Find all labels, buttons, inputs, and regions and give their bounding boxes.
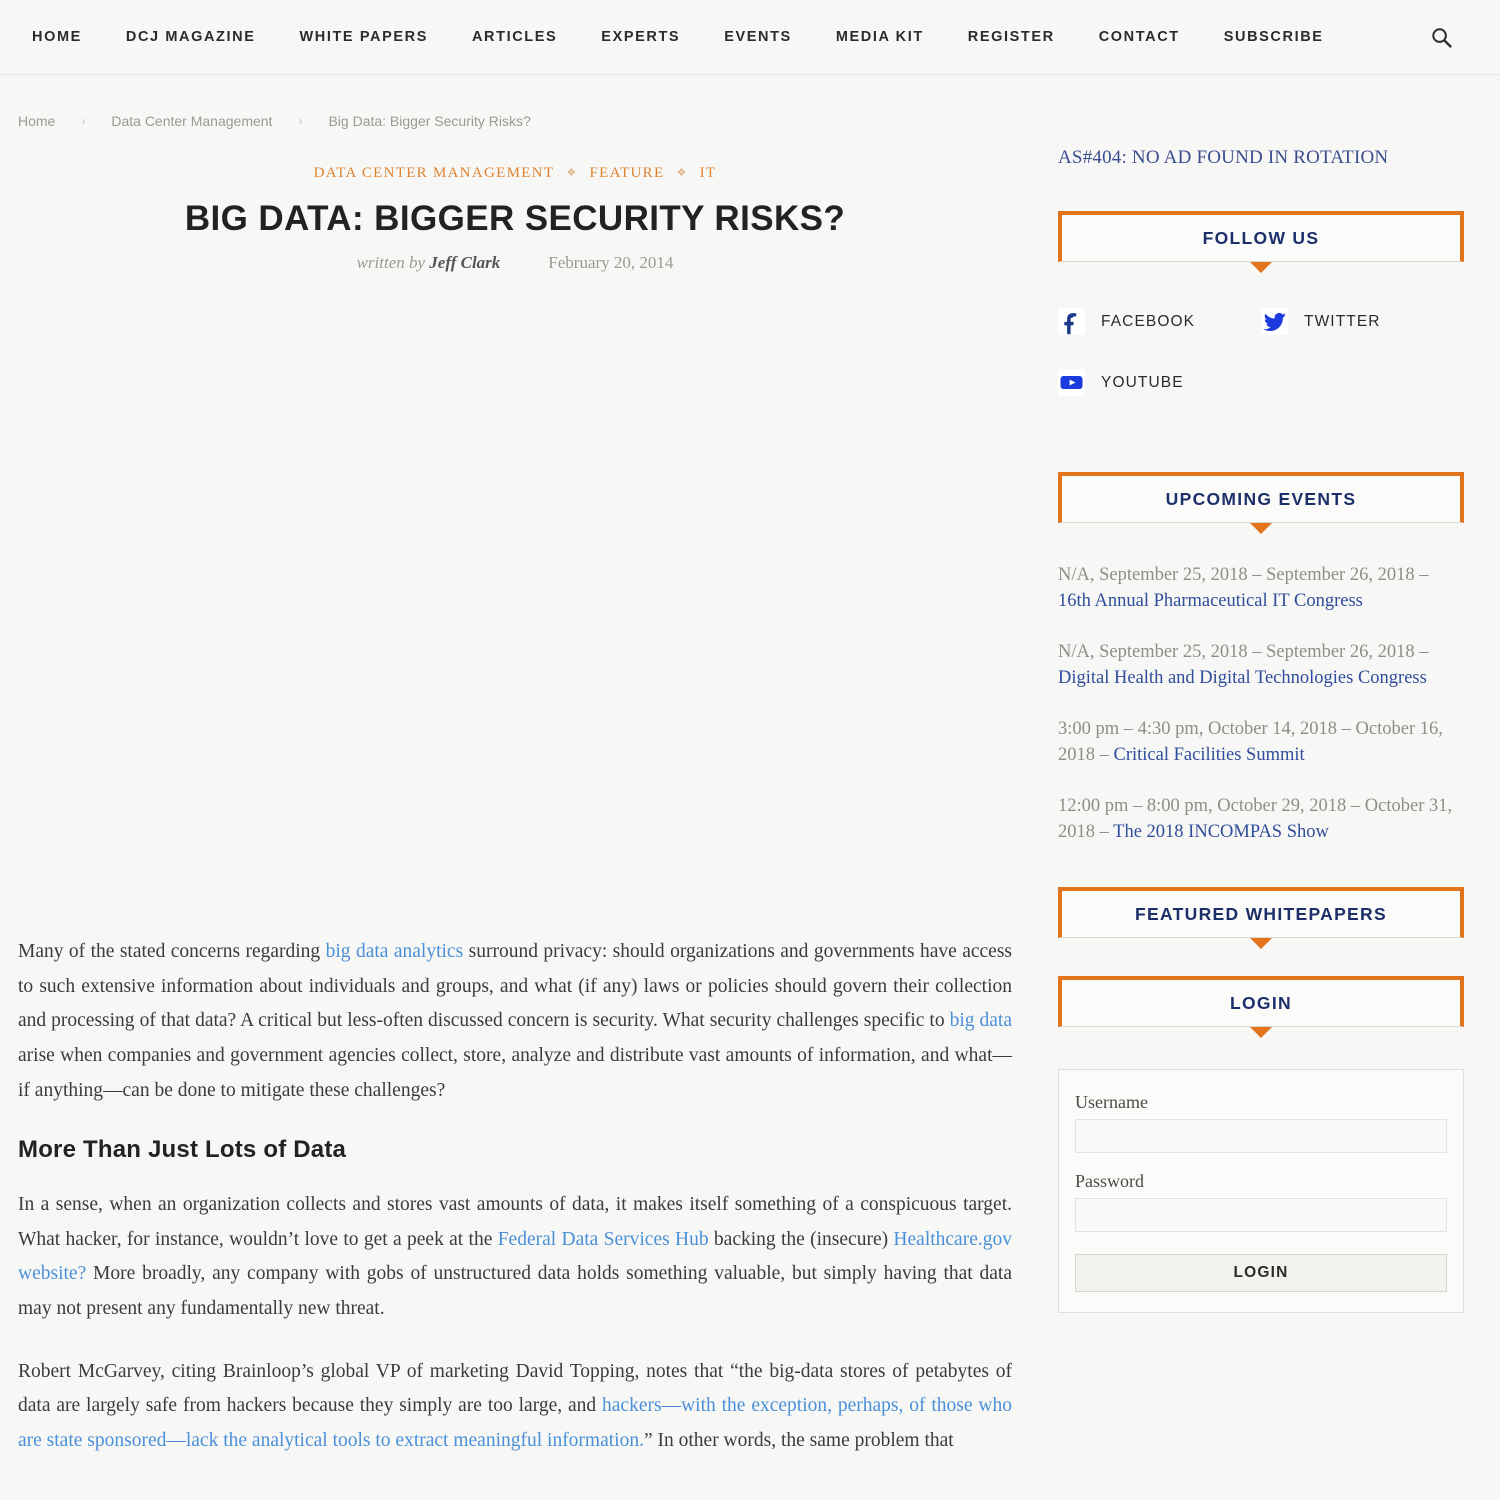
follow-us-title: FOLLOW US	[1202, 228, 1320, 248]
login-form: Username Password LOGIN	[1058, 1069, 1464, 1313]
upcoming-events-header: UPCOMING EVENTS	[1058, 472, 1464, 523]
event-date-range: N/A, September 25, 2018 – September 26, …	[1058, 565, 1429, 585]
article-paragraph: Many of the stated concerns regarding bi…	[18, 935, 1012, 1108]
upcoming-events-title: UPCOMING EVENTS	[1165, 489, 1357, 509]
article-inline-link[interactable]: big data analytics	[326, 941, 464, 962]
event-title-link[interactable]: The 2018 INCOMPAS Show	[1113, 822, 1329, 842]
article-body: Many of the stated concerns regarding bi…	[18, 913, 1012, 1458]
social-link-facebook[interactable]: FACEBOOK	[1058, 308, 1261, 335]
breadcrumb-link-1[interactable]: Data Center Management	[111, 113, 272, 129]
page-title: BIG DATA: BIGGER SECURITY RISKS?	[184, 199, 846, 238]
article-paragraph: In a sense, when an organization collect…	[18, 1188, 1012, 1326]
article-inline-link[interactable]: Federal Data Services Hub	[498, 1229, 709, 1250]
byline-author-group: written by Jeff Clark	[357, 253, 501, 273]
top-navigation-bar: HOME DCJ MAGAZINE WHITE PAPERS ARTICLES EXPE…	[0, 0, 1500, 75]
article-inline-link[interactable]: big data	[950, 1010, 1012, 1031]
publish-date: February 20, 2014	[548, 253, 674, 273]
youtube-icon	[1058, 369, 1085, 396]
page-body: DATA CENTER MANAGEMENT ❖ FEATURE ❖ IT BIG DA…	[0, 129, 1500, 1458]
event-title-link[interactable]: 16th Annual Pharmaceutical IT Congress	[1058, 591, 1363, 611]
event-title-link[interactable]: Critical Facilities Summit	[1114, 745, 1305, 765]
username-label: Username	[1075, 1092, 1148, 1112]
password-label: Password	[1075, 1171, 1145, 1191]
nav-articles[interactable]: ARTICLES	[450, 29, 579, 45]
nav-subscribe[interactable]: SUBSCRIBE	[1202, 29, 1346, 45]
written-by-label: written by	[356, 253, 426, 273]
event-item: N/A, September 25, 2018 – September 26, …	[1058, 563, 1464, 614]
nav-contact[interactable]: CONTACT	[1077, 29, 1202, 45]
username-input[interactable]	[1075, 1119, 1447, 1153]
breadcrumb-link-0[interactable]: Home	[18, 113, 55, 129]
article-category-1[interactable]: FEATURE	[590, 165, 665, 181]
follow-us-header-wrap: FOLLOW US	[1042, 211, 1480, 273]
author-link[interactable]: Jeff Clark	[429, 253, 500, 272]
article-category-2[interactable]: IT	[700, 165, 717, 181]
events-list: N/A, September 25, 2018 – September 26, …	[1042, 523, 1480, 845]
event-item: 3:00 pm – 4:30 pm, October 14, 2018 – Oc…	[1058, 717, 1464, 768]
follow-us-header: FOLLOW US	[1058, 211, 1464, 262]
article-category-0[interactable]: DATA CENTER MANAGEMENT	[314, 165, 555, 181]
category-separator-icon: ❖	[566, 167, 578, 179]
nav-register[interactable]: REGISTER	[946, 29, 1077, 45]
main-nav-list: HOME DCJ MAGAZINE WHITE PAPERS ARTICLES EXPE…	[24, 29, 1424, 45]
article-category-list: DATA CENTER MANAGEMENT ❖ FEATURE ❖ IT	[18, 165, 1012, 182]
article-byline: written by Jeff Clark February 20, 2014	[18, 253, 1012, 273]
article-text-run: arise when companies and government agen…	[18, 1045, 1012, 1101]
social-link-label: YOUTUBE	[1101, 373, 1184, 391]
featured-whitepapers-title: FEATURED WHITEPAPERS	[1135, 904, 1387, 924]
nav-dcj-magazine[interactable]: DCJ MAGAZINE	[104, 29, 278, 45]
widget-follow-us: FOLLOW US FACEBOOK TWITTER YOUTUBE	[1042, 211, 1480, 430]
widget-upcoming-events: UPCOMING EVENTS N/A, September 25, 2018 …	[1042, 472, 1480, 845]
article-text-run: Many of the stated concerns regarding	[18, 941, 326, 963]
sidebar: AS#404: NO AD FOUND IN ROTATION FOLLOW U…	[1030, 129, 1500, 1313]
article-feature-image	[18, 273, 1012, 914]
featured-whitepapers-arrow-icon	[1250, 938, 1272, 949]
breadcrumb-current: Big Data: Bigger Security Risks?	[328, 113, 531, 129]
ad-rotation-notice: AS#404: NO AD FOUND IN ROTATION	[1058, 147, 1389, 168]
social-links-list: FACEBOOK TWITTER YOUTUBE	[1042, 262, 1480, 430]
social-link-label: TWITTER	[1304, 312, 1381, 330]
login-arrow-icon	[1250, 1027, 1272, 1038]
login-title: LOGIN	[1230, 993, 1292, 1013]
category-separator-icon: ❖	[676, 167, 688, 179]
social-link-label: FACEBOOK	[1101, 312, 1196, 330]
featured-whitepapers-header-wrap: FEATURED WHITEPAPERS	[1042, 887, 1480, 949]
event-date-range: N/A, September 25, 2018 – September 26, …	[1058, 642, 1429, 662]
featured-whitepapers-header: FEATURED WHITEPAPERS	[1058, 887, 1464, 938]
breadcrumb-separator-icon: ›	[298, 114, 303, 128]
article-text-run: More broadly, any company with gobs of u…	[18, 1263, 1012, 1320]
nav-home[interactable]: HOME	[24, 29, 104, 45]
twitter-icon	[1261, 308, 1288, 335]
article-paragraph: Robert McGarvey, citing Brainloop’s glob…	[18, 1355, 1012, 1459]
widget-login: LOGIN Username Password LOGIN	[1042, 976, 1480, 1313]
breadcrumb: Home › Data Center Management › Big Data: Bi…	[0, 75, 1500, 129]
event-title-link[interactable]: Digital Health and Digital Technologies …	[1058, 668, 1427, 688]
upcoming-events-header-wrap: UPCOMING EVENTS	[1042, 472, 1480, 534]
login-header: LOGIN	[1058, 976, 1464, 1027]
article-subheading: More Than Just Lots of Data	[18, 1136, 347, 1164]
follow-us-arrow-icon	[1250, 262, 1272, 273]
widget-featured-whitepapers: FEATURED WHITEPAPERS	[1042, 887, 1480, 949]
social-link-twitter[interactable]: TWITTER	[1261, 308, 1464, 335]
upcoming-events-arrow-icon	[1250, 523, 1272, 534]
social-link-youtube[interactable]: YOUTUBE	[1058, 369, 1261, 396]
article-text-run: ” In other words, the same problem that	[643, 1429, 954, 1451]
nav-white-papers[interactable]: WHITE PAPERS	[277, 29, 450, 45]
password-input[interactable]	[1075, 1198, 1447, 1232]
nav-media-kit[interactable]: MEDIA KIT	[814, 29, 946, 45]
breadcrumb-separator-icon: ›	[81, 114, 86, 128]
event-item: N/A, September 25, 2018 – September 26, …	[1058, 640, 1464, 691]
article-main-column: DATA CENTER MANAGEMENT ❖ FEATURE ❖ IT BIG DA…	[0, 129, 1030, 1458]
article-text-run: backing the (insecure)	[708, 1228, 894, 1250]
search-icon[interactable]	[1424, 20, 1458, 54]
facebook-icon	[1058, 308, 1085, 335]
login-header-wrap: LOGIN	[1042, 976, 1480, 1038]
nav-experts[interactable]: EXPERTS	[579, 29, 702, 45]
login-submit-button[interactable]: LOGIN	[1075, 1254, 1447, 1292]
event-item: 12:00 pm – 8:00 pm, October 29, 2018 – O…	[1058, 794, 1464, 845]
article-header: DATA CENTER MANAGEMENT ❖ FEATURE ❖ IT BIG DA…	[18, 129, 1012, 273]
nav-events[interactable]: EVENTS	[702, 29, 814, 45]
